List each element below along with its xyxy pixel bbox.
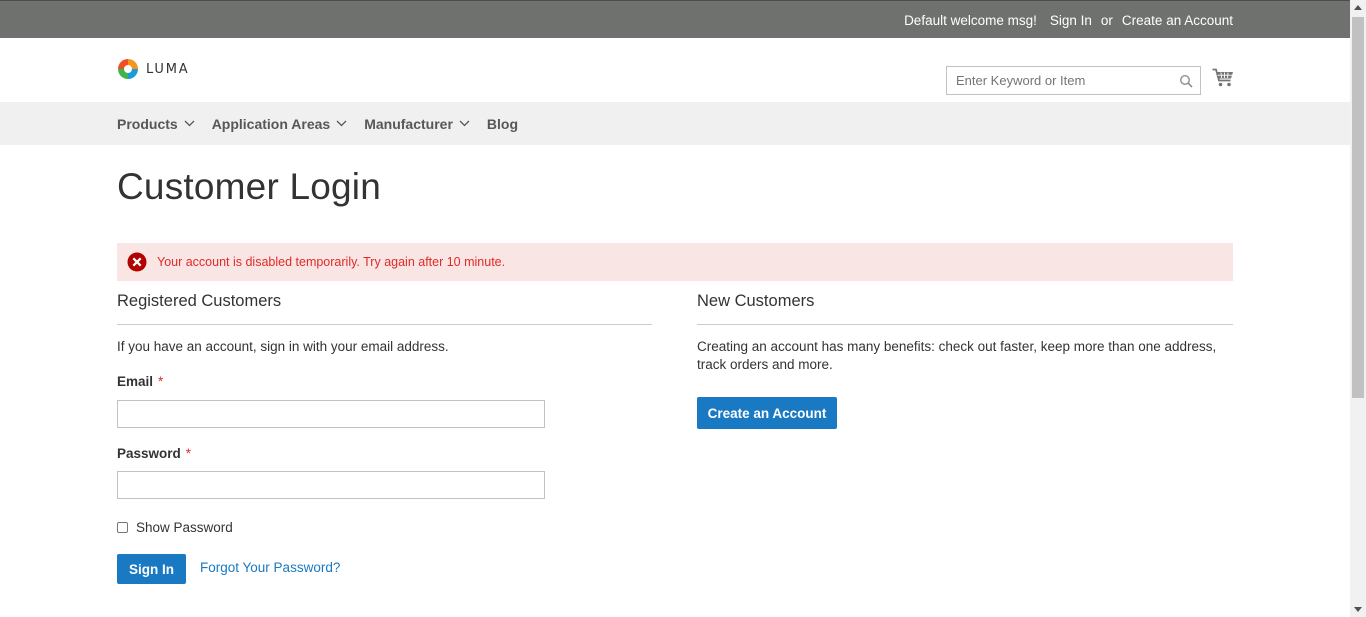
forgot-password-link[interactable]: Forgot Your Password? xyxy=(200,560,340,575)
error-message: Your account is disabled temporarily. Tr… xyxy=(117,243,1233,281)
password-label: Password * xyxy=(117,446,191,461)
scroll-up-arrow-icon[interactable] xyxy=(1354,5,1362,10)
nav-item-label: Products xyxy=(117,115,178,132)
show-password-checkbox[interactable] xyxy=(117,521,128,533)
registered-divider xyxy=(117,324,652,325)
nav-item-products[interactable]: Products xyxy=(117,116,195,132)
cart-icon[interactable] xyxy=(1212,68,1234,88)
search-input[interactable] xyxy=(947,67,1167,94)
email-field[interactable] xyxy=(117,400,545,428)
sign-in-button[interactable]: Sign In xyxy=(117,554,186,584)
nav-items: Products Application Areas Manufacturer … xyxy=(117,102,535,145)
top-panel: Default welcome msg! Sign In or Create a… xyxy=(0,0,1350,38)
show-password-label[interactable]: Show Password xyxy=(136,520,233,535)
sign-in-link[interactable]: Sign In xyxy=(1050,13,1092,28)
error-message-text: Your account is disabled temporarily. Tr… xyxy=(157,255,506,269)
required-mark: * xyxy=(158,374,164,389)
registered-note: If you have an account, sign in with you… xyxy=(117,339,449,354)
password-label-text: Password xyxy=(117,446,181,461)
page-title: Customer Login xyxy=(117,166,381,207)
nav-item-label: Application Areas xyxy=(211,115,331,132)
chevron-down-icon xyxy=(459,120,470,127)
show-password-row: Show Password xyxy=(117,518,233,536)
scroll-down-arrow-icon[interactable] xyxy=(1354,607,1362,612)
email-label: Email * xyxy=(117,374,163,389)
chevron-down-icon xyxy=(184,120,195,127)
nav-item-manufacturer[interactable]: Manufacturer xyxy=(364,116,470,132)
main-navigation: Products Application Areas Manufacturer … xyxy=(0,102,1350,145)
new-customers-title: New Customers xyxy=(697,292,815,310)
nav-item-application-areas[interactable]: Application Areas xyxy=(212,116,348,132)
password-field[interactable] xyxy=(117,471,545,499)
luma-logo-icon xyxy=(118,59,138,79)
registered-customers-title: Registered Customers xyxy=(117,292,282,310)
new-customers-divider xyxy=(697,324,1233,325)
create-account-link[interactable]: Create an Account xyxy=(1122,13,1233,28)
email-label-text: Email xyxy=(117,374,154,389)
error-icon xyxy=(127,252,147,272)
nav-item-label: Blog xyxy=(486,115,518,132)
nav-item-blog[interactable]: Blog xyxy=(487,116,518,132)
search-box xyxy=(946,66,1201,95)
new-customers-note: Creating an account has many benefits: c… xyxy=(697,339,1217,372)
logo[interactable]: LUMA xyxy=(117,58,189,80)
logo-text: LUMA xyxy=(146,61,190,77)
search-icon[interactable] xyxy=(1179,74,1193,88)
or-separator: or xyxy=(1100,12,1113,28)
scrollbar-thumb[interactable] xyxy=(1352,17,1364,398)
chevron-down-icon xyxy=(336,120,347,127)
required-mark: * xyxy=(185,446,192,461)
welcome-message: Default welcome msg! xyxy=(904,12,1037,28)
header-links: Default welcome msg! Sign In or Create a… xyxy=(904,1,1233,39)
create-account-button[interactable]: Create an Account xyxy=(697,397,837,429)
nav-item-label: Manufacturer xyxy=(364,115,453,132)
